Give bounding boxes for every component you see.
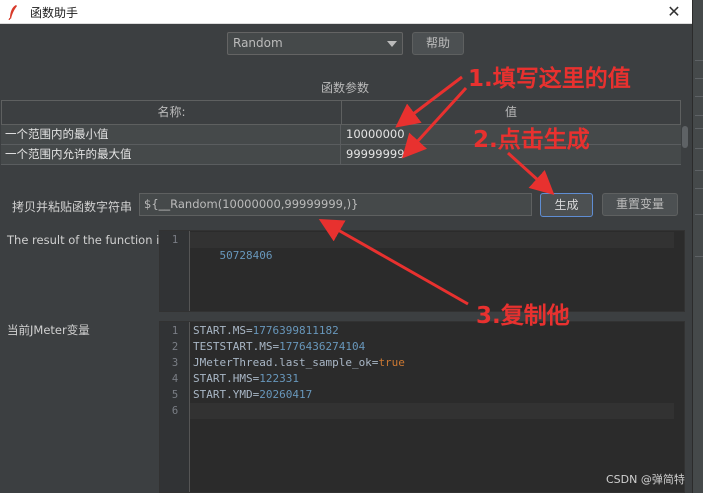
- var-key: JMeterThread.last_sample_ok=: [193, 356, 379, 369]
- feather-icon: [8, 5, 17, 20]
- line-number: 1: [171, 234, 179, 246]
- var-key: START.HMS=: [193, 372, 260, 385]
- param-name-cell[interactable]: 一个范围内的最小值: [1, 125, 341, 144]
- function-select[interactable]: Random: [227, 32, 403, 55]
- window-title: 函数助手: [30, 6, 79, 20]
- line-number: 5: [171, 389, 179, 401]
- chevron-down-icon: [387, 41, 397, 47]
- title-bar: 函数助手 ✕: [0, 0, 692, 24]
- var-key: START.MS=: [193, 324, 253, 337]
- scrollbar-thumb[interactable]: [682, 126, 688, 148]
- code-line[interactable]: START.MS=1776399811182: [190, 323, 339, 339]
- code-line[interactable]: [190, 403, 674, 419]
- code-line[interactable]: START.HMS=122331: [190, 371, 299, 387]
- annotation-step2: 2.点击生成: [473, 127, 590, 153]
- var-value: 1776436274104: [279, 340, 366, 353]
- result-editor[interactable]: 1 50728406: [159, 230, 685, 312]
- function-string-field[interactable]: ${__Random(10000000,99999999,)}: [139, 193, 532, 216]
- var-key: TESTSTART.MS=: [193, 340, 280, 353]
- watermark: CSDN @弹简特: [606, 473, 685, 486]
- help-button[interactable]: 帮助: [412, 32, 464, 55]
- copy-paste-label: 拷贝并粘贴函数字符串: [12, 200, 133, 214]
- line-number: 4: [171, 373, 179, 385]
- var-value: 20260417: [259, 388, 313, 401]
- code-line[interactable]: 50728406: [190, 232, 674, 262]
- reset-variables-button[interactable]: 重置变量: [602, 193, 678, 216]
- line-number: 6: [171, 405, 179, 417]
- annotation-step3: 3.复制他: [476, 303, 570, 329]
- param-name-cell[interactable]: 一个范围内允许的最大值: [1, 145, 341, 164]
- code-line[interactable]: TESTSTART.MS=1776436274104: [190, 339, 365, 355]
- params-title: 函数参数: [320, 81, 369, 95]
- variables-label: 当前JMeter变量: [7, 323, 90, 337]
- variables-editor[interactable]: 1 2 3 4 5 6 START.MS=1776399811182 TESTS…: [159, 321, 685, 493]
- code-line[interactable]: START.YMD=20260417: [190, 387, 312, 403]
- var-value: true: [378, 356, 405, 369]
- function-select-value: Random: [233, 36, 283, 50]
- table-scrollbar[interactable]: [681, 125, 689, 165]
- code-line[interactable]: JMeterThread.last_sample_ok=true: [190, 355, 405, 371]
- line-number: 1: [171, 325, 179, 337]
- result-label: The result of the function is: [7, 233, 166, 247]
- result-value: 50728406: [219, 249, 273, 262]
- close-icon[interactable]: ✕: [664, 2, 684, 22]
- line-number: 2: [171, 341, 179, 353]
- generate-button[interactable]: 生成: [540, 193, 593, 217]
- background-window-edge: [692, 0, 703, 493]
- column-header-name[interactable]: 名称:: [2, 101, 342, 124]
- annotation-step1: 1.填写这里的值: [468, 66, 631, 92]
- line-number: 3: [171, 357, 179, 369]
- var-value: 1776399811182: [252, 324, 339, 337]
- var-value: 122331: [259, 372, 299, 385]
- var-key: START.YMD=: [193, 388, 260, 401]
